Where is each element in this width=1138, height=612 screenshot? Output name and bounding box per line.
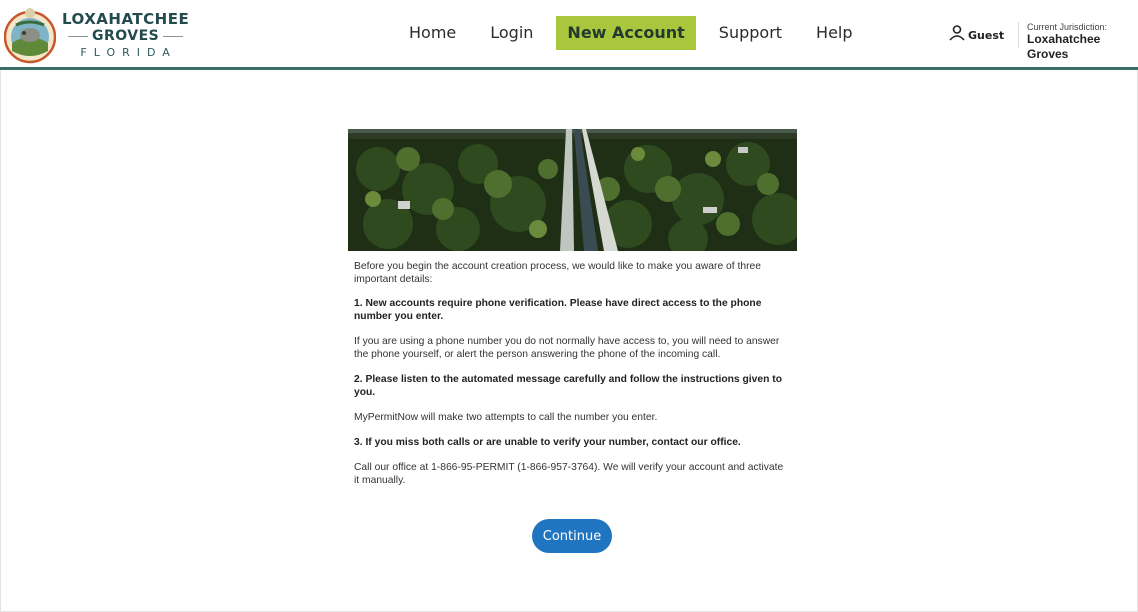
site-header: LOXAHATCHEE GROVES FLORIDA Home Login Ne… xyxy=(0,0,1138,70)
nav-help[interactable]: Help xyxy=(805,16,863,50)
user-icon xyxy=(949,25,965,41)
town-seal-icon xyxy=(4,8,56,64)
account-info-content: Before you begin the account creation pr… xyxy=(348,129,797,499)
info-text: Before you begin the account creation pr… xyxy=(348,251,797,487)
logo-subtitle: FLORIDA xyxy=(80,46,177,59)
logo-title-line2-text: GROVES xyxy=(91,28,160,44)
nav-new-account[interactable]: New Account xyxy=(556,16,696,50)
point1-title: 1. New accounts require phone verificati… xyxy=(354,298,762,322)
logo-title-line2: GROVES xyxy=(64,28,187,45)
aerial-road-image xyxy=(348,129,797,251)
jurisdiction-selector[interactable]: Current Jurisdiction: Loxahatchee Groves xyxy=(1018,22,1138,61)
point3-body: Call our office at 1-866-95-PERMIT (1-86… xyxy=(354,462,784,486)
point2-title: 2. Please listen to the automated messag… xyxy=(354,374,782,398)
point2-body: MyPermitNow will make two attempts to ca… xyxy=(354,412,658,423)
nav-login[interactable]: Login xyxy=(479,16,544,50)
nav-support[interactable]: Support xyxy=(708,16,793,50)
continue-button[interactable]: Continue xyxy=(532,519,612,553)
jurisdiction-value: Loxahatchee Groves xyxy=(1027,32,1101,61)
main-nav: Home Login New Account Support Help xyxy=(392,16,870,50)
nav-home[interactable]: Home xyxy=(398,16,467,50)
point1-body: If you are using a phone number you do n… xyxy=(354,336,780,360)
user-menu[interactable]: Guest xyxy=(948,24,1004,42)
point3-title: 3. If you miss both calls or are unable … xyxy=(354,437,741,448)
jurisdiction-label: Current Jurisdiction: xyxy=(1027,22,1108,32)
town-logo[interactable]: LOXAHATCHEE GROVES FLORIDA xyxy=(4,5,189,67)
logo-title-line1: LOXAHATCHEE xyxy=(62,10,190,28)
user-name: Guest xyxy=(968,29,1005,42)
intro-text: Before you begin the account creation pr… xyxy=(354,261,761,285)
